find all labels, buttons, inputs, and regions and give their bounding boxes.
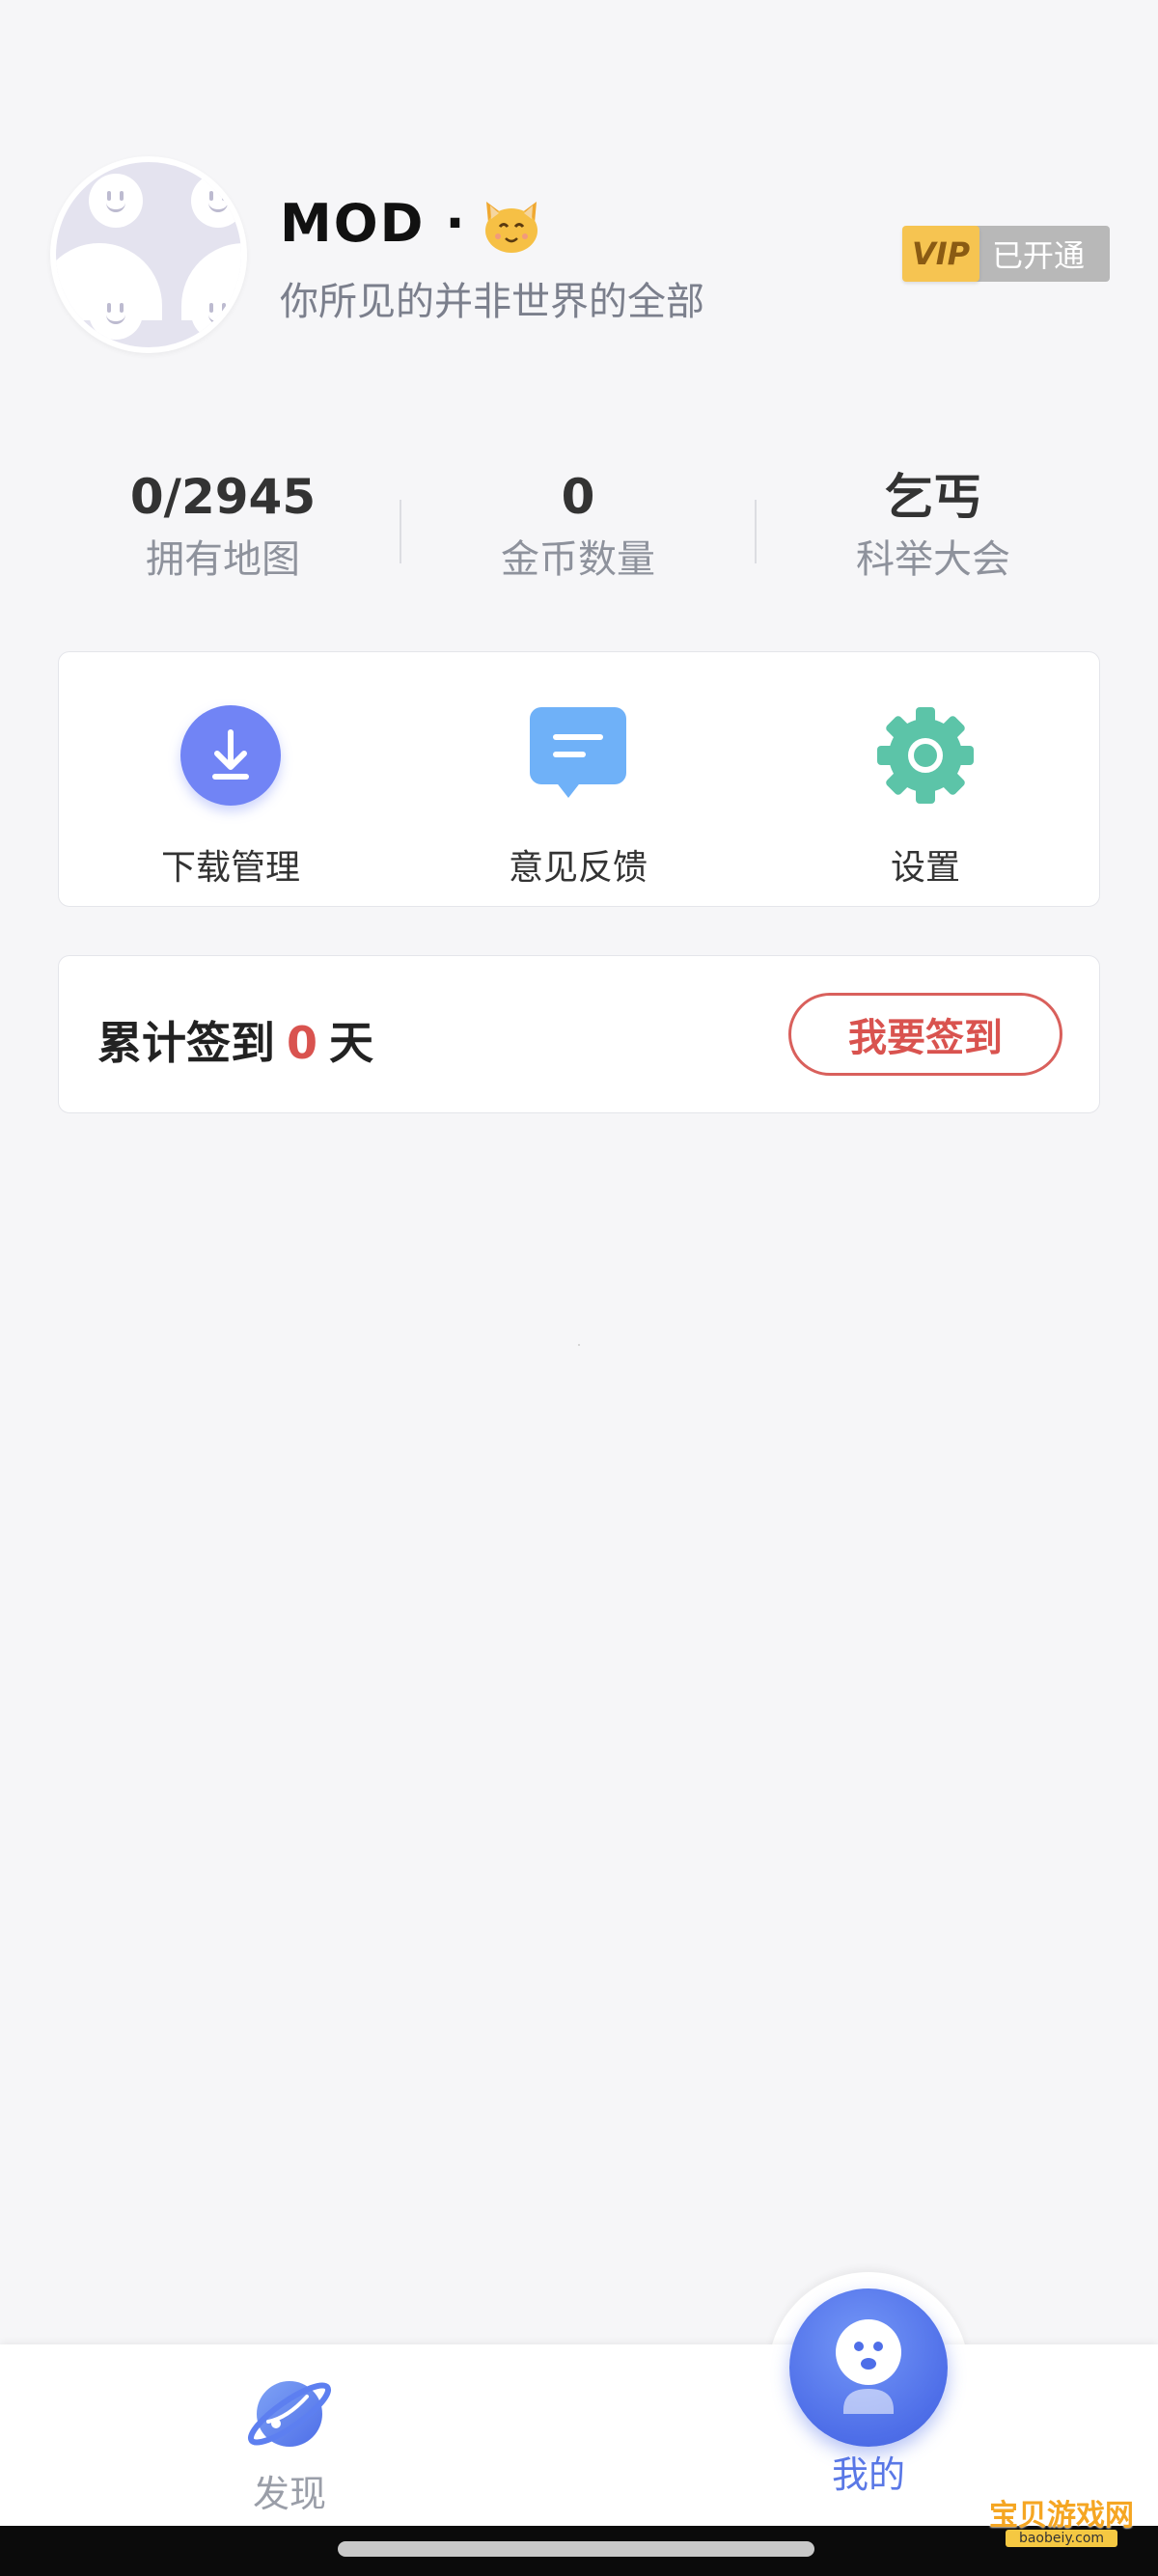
stat-value: 0 — [561, 469, 595, 525]
stat-maps[interactable]: 0/2945 拥有地图 — [78, 463, 368, 589]
stat-label: 拥有地图 — [146, 537, 300, 582]
tab-mine[interactable]: 我的 — [772, 2277, 965, 2499]
stat-value: 0/2945 — [129, 469, 317, 525]
settings-button[interactable]: 设置 — [781, 705, 1070, 892]
stat-value: 乞丐 — [885, 469, 981, 525]
stat-rank[interactable]: 乞丐 科举大会 — [788, 463, 1078, 589]
checkin-button[interactable]: 我要签到 — [788, 993, 1062, 1076]
checkin-days: 0 — [287, 1017, 318, 1069]
feedback-button[interactable]: 意见反馈 — [433, 705, 723, 892]
stat-divider — [400, 500, 401, 563]
tab-discover[interactable]: 发现 — [193, 2364, 386, 2518]
gear-icon — [875, 705, 976, 806]
stat-divider — [755, 500, 757, 563]
download-icon — [180, 705, 281, 806]
stat-coins[interactable]: 0 金币数量 — [433, 463, 723, 589]
user-motto: 你所见的并非世界的全部 — [280, 280, 704, 324]
watermark-logo: 宝贝游戏网 baobeiy.com — [984, 2483, 1139, 2570]
vip-badge[interactable]: 已开通 VIP — [902, 226, 1110, 284]
shortcut-label: 设置 — [890, 848, 960, 888]
shortcut-label: 意见反馈 — [508, 848, 648, 888]
user-name: MOD · — [280, 193, 467, 254]
checkin-summary: 累计签到 0 天 — [97, 1008, 373, 1072]
shortcut-label: 下载管理 — [160, 848, 300, 888]
planet-icon — [247, 2381, 332, 2447]
stat-label: 金币数量 — [501, 537, 655, 582]
home-indicator[interactable] — [338, 2541, 814, 2557]
tab-label: 我的 — [831, 2453, 905, 2496]
avatar-face — [191, 174, 241, 228]
avatar-face — [191, 286, 241, 340]
checkin-prefix: 累计签到 — [97, 1017, 275, 1069]
cat-icon — [485, 202, 538, 253]
tab-label: 发现 — [252, 2473, 326, 2515]
feedback-icon — [528, 705, 628, 806]
checkin-card: 累计签到 0 天 我要签到 — [58, 955, 1100, 1113]
stats-row: 0/2945 拥有地图 0 金币数量 乞丐 科举大会 — [0, 463, 1158, 598]
download-manager-button[interactable]: 下载管理 — [86, 705, 375, 892]
avatar[interactable] — [50, 156, 247, 353]
avatar-face — [89, 286, 143, 340]
user-icon — [789, 2288, 948, 2447]
watermark-sub: baobeiy.com — [1006, 2530, 1117, 2547]
checkin-suffix: 天 — [329, 1017, 374, 1069]
shortcuts-card: 下载管理 意见反馈 设置 — [58, 651, 1100, 907]
divider-dot — [578, 1344, 580, 1346]
vip-tag: VIP — [902, 226, 979, 282]
avatar-face — [89, 174, 143, 228]
stat-label: 科举大会 — [856, 537, 1010, 582]
profile-header: MOD · 你所见的并非世界的全部 已开通 VIP — [0, 0, 1158, 386]
watermark-text: 宝贝游戏网 — [989, 2499, 1134, 2533]
